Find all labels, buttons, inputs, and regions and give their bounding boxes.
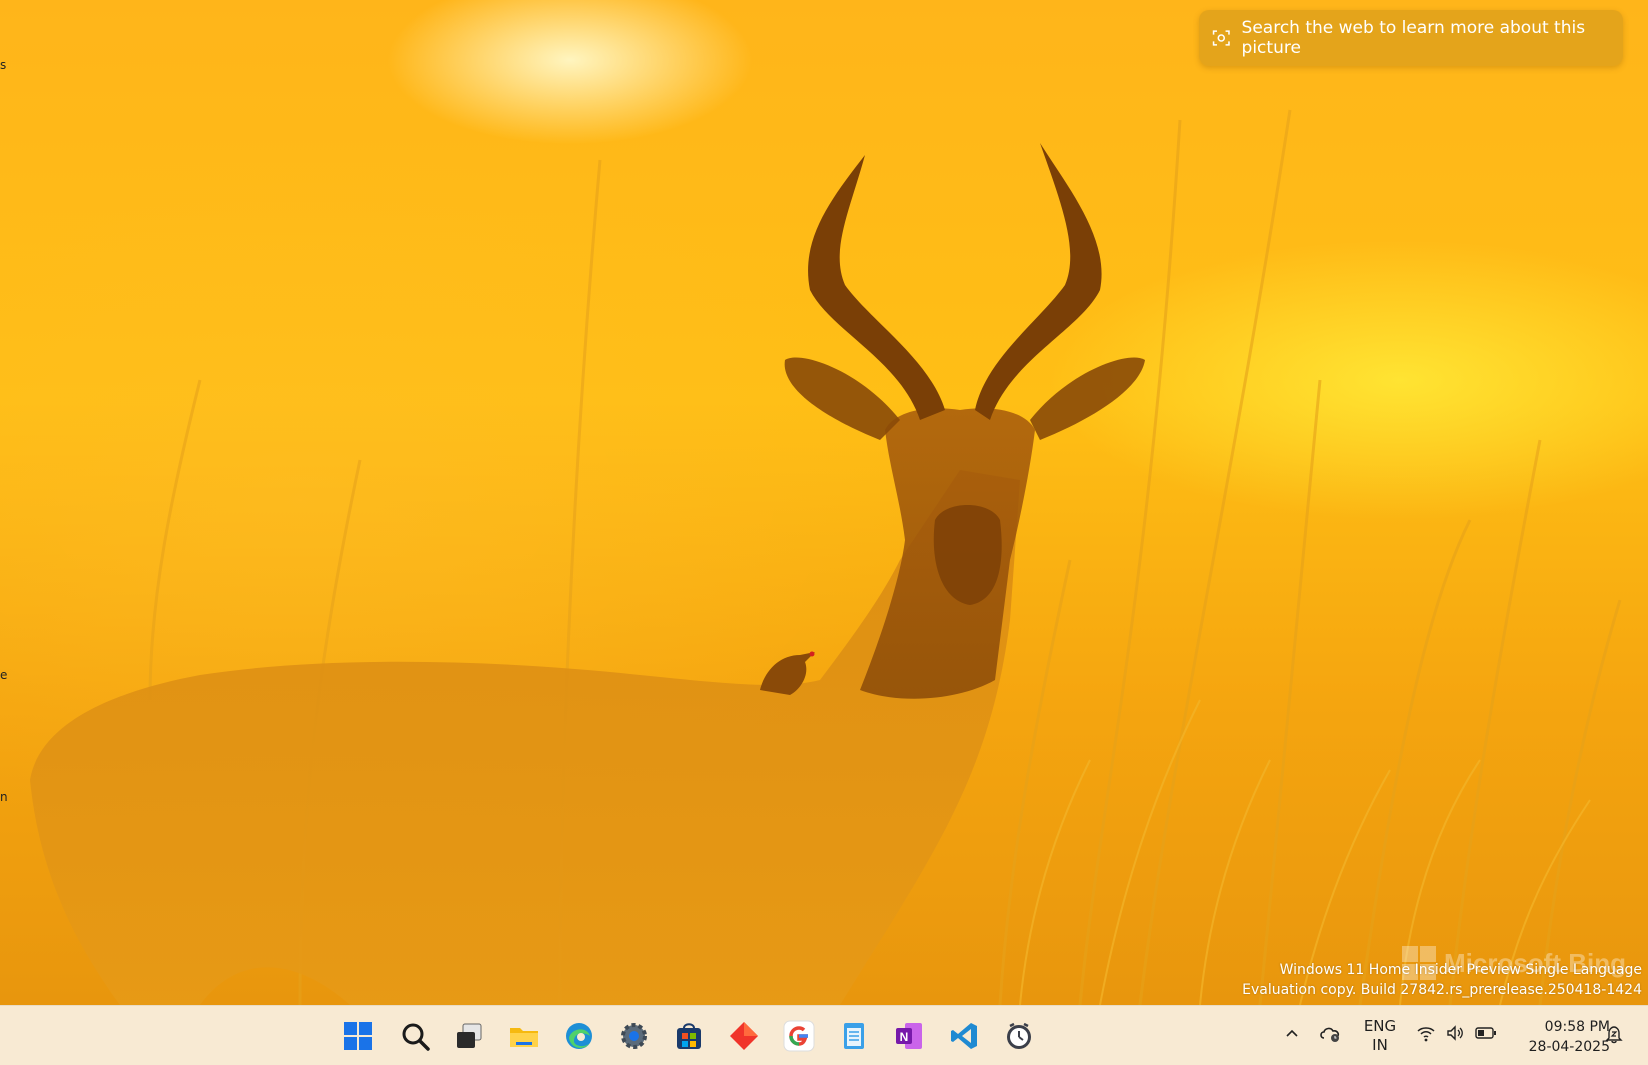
onenote-button[interactable]: N <box>887 1014 931 1058</box>
clock-button[interactable]: 09:58 PM 28-04-2025 <box>1510 1017 1610 1057</box>
google-icon <box>783 1020 815 1052</box>
windows-logo-icon <box>344 1022 372 1050</box>
edge-icon <box>566 1023 592 1049</box>
edge-button[interactable] <box>557 1014 601 1058</box>
file-explorer-button[interactable] <box>502 1014 546 1058</box>
bell-snooze-icon <box>1605 1026 1623 1044</box>
show-hidden-icons-button[interactable] <box>1280 1018 1304 1048</box>
taskbar: N ENG IN 09:58 PM 28-04-2025 <box>0 1005 1648 1065</box>
visual-search-icon <box>1212 30 1230 46</box>
folder-icon <box>510 1028 538 1047</box>
wifi-tray-button[interactable] <box>1413 1018 1439 1048</box>
task-view-icon <box>457 1023 482 1048</box>
desktop-icon-label-fragment: n <box>0 790 8 804</box>
desktop-icon-label-fragment: e <box>0 668 8 682</box>
vscode-icon <box>951 1023 977 1049</box>
wallpaper-illustration <box>30 109 1622 1005</box>
settings-button[interactable] <box>612 1014 656 1058</box>
speaker-icon <box>1447 1025 1463 1041</box>
clock-time: 09:58 PM <box>1544 1019 1610 1035</box>
gear-icon <box>621 1023 647 1049</box>
input-language-button[interactable]: ENG IN <box>1353 1017 1407 1055</box>
clock-app-button[interactable] <box>997 1014 1041 1058</box>
task-view-button[interactable] <box>447 1014 491 1058</box>
language-code: ENG <box>1363 1017 1397 1035</box>
red-app-button[interactable] <box>722 1014 766 1058</box>
notepad-icon <box>844 1023 864 1049</box>
svg-text:N: N <box>900 1030 909 1044</box>
battery-icon <box>1475 1027 1496 1039</box>
vscode-button[interactable] <box>942 1014 986 1058</box>
store-icon <box>677 1023 701 1049</box>
watermark-line-1: Windows 11 Home Insider Preview Single L… <box>1279 962 1642 978</box>
store-button[interactable] <box>667 1014 711 1058</box>
volume-tray-button[interactable] <box>1442 1018 1468 1048</box>
desktop-wallpaper: s e n Search the web to learn more about… <box>0 0 1648 1005</box>
search-icon <box>402 1023 430 1051</box>
desktop-icon-label-fragment: s <box>0 58 7 72</box>
build-watermark: Windows 11 Home Insider Preview Single L… <box>1242 960 1642 1000</box>
notifications-button[interactable] <box>1602 1019 1626 1049</box>
clock-app-icon <box>1007 1022 1031 1049</box>
battery-tray-button[interactable] <box>1473 1018 1499 1048</box>
language-region: IN <box>1372 1036 1388 1054</box>
search-picture-button[interactable]: Search the web to learn more about this … <box>1199 10 1623 66</box>
search-picture-label: Search the web to learn more about this … <box>1241 18 1586 58</box>
chevron-up-icon <box>1286 1029 1298 1037</box>
taskbar-search-button[interactable] <box>393 1014 437 1058</box>
onenote-icon: N <box>896 1023 922 1049</box>
clock-date: 28-04-2025 <box>1528 1039 1610 1055</box>
onedrive-tray-button[interactable] <box>1316 1018 1344 1048</box>
diamond-icon <box>730 1022 758 1050</box>
cloud-icon <box>1320 1027 1340 1042</box>
notepad-button[interactable] <box>832 1014 876 1058</box>
watermark-line-2: Evaluation copy. Build 27842.rs_prerelea… <box>1242 982 1642 998</box>
start-button[interactable] <box>336 1014 380 1058</box>
wifi-icon <box>1417 1027 1435 1042</box>
google-button[interactable] <box>777 1014 821 1058</box>
